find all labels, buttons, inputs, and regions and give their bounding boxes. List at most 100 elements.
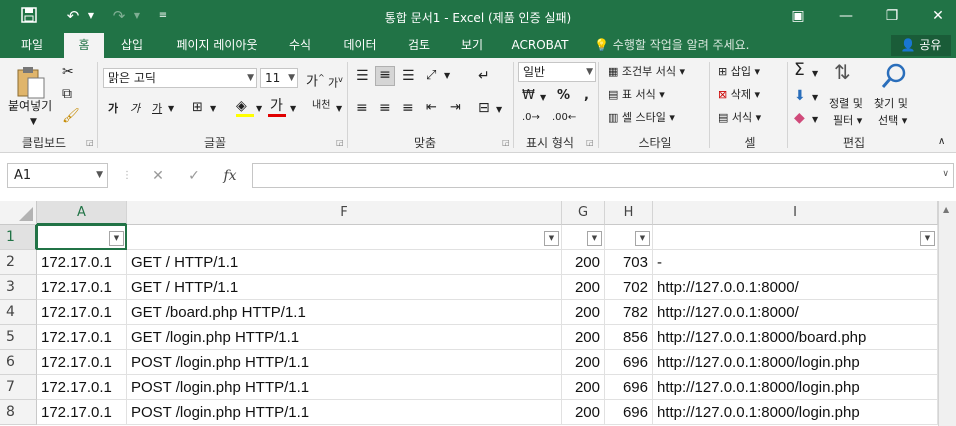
table-cell[interactable]: 200 — [562, 250, 605, 275]
row-header[interactable]: 8 — [0, 400, 37, 425]
font-color-button[interactable]: 가 — [270, 98, 283, 114]
table-cell[interactable]: POST /login.php HTTP/1.1 — [127, 375, 562, 400]
tab-formulas[interactable]: 수식 — [280, 33, 320, 58]
number-launcher-icon[interactable]: ◲ — [586, 138, 594, 147]
ribbon-display-icon[interactable]: ▣ — [786, 6, 810, 26]
column-header-i[interactable]: I — [653, 201, 938, 225]
wrap-text-icon[interactable]: ↵ — [478, 68, 490, 84]
font-color-dropdown-icon[interactable]: ▼ — [290, 101, 296, 117]
restore-icon[interactable]: ❐ — [880, 6, 904, 26]
cell-styles-button[interactable]: ▥ 셀 스타일 ▾ — [608, 110, 675, 126]
worksheet-grid[interactable]: ▲ A F G H I 1 ▼ ▼ ▼ ▼ ▼ 2 172.17.0.1 GET / HTTP/1.1 20… — [0, 201, 956, 426]
tab-insert[interactable]: 삽입 — [110, 33, 154, 58]
cancel-icon[interactable]: ✕ — [147, 165, 169, 187]
align-left-icon[interactable]: ≡ — [356, 100, 368, 116]
sort-filter-icon[interactable]: ⇅ — [834, 62, 851, 82]
underline-dropdown-icon[interactable]: ▼ — [168, 101, 174, 117]
comma-style-icon[interactable]: , — [584, 88, 589, 104]
format-cells-button[interactable]: ▤ 서식 ▾ — [718, 110, 761, 126]
italic-button[interactable]: 가 — [130, 101, 140, 117]
format-as-table-button[interactable]: ▤ 표 서식 ▾ — [608, 87, 665, 103]
accounting-dropdown-icon[interactable]: ▼ — [540, 90, 546, 106]
delete-cells-button[interactable]: ⊠ 삭제 ▾ — [718, 87, 760, 103]
formula-input[interactable]: ∨ — [252, 163, 954, 188]
table-cell[interactable]: 200 — [562, 325, 605, 350]
merge-center-icon[interactable]: ⊟ — [478, 100, 490, 116]
tell-me-box[interactable]: 💡 수행할 작업을 알려 주세요. — [594, 33, 749, 58]
merge-dropdown-icon[interactable]: ▼ — [496, 102, 502, 118]
table-cell[interactable]: 696 — [605, 400, 653, 425]
align-bottom-icon[interactable]: ☰ — [402, 68, 415, 84]
filter-dropdown-icon[interactable]: ▼ — [587, 231, 602, 246]
fill-icon[interactable]: ⬇ — [794, 88, 806, 104]
find-select-label-1[interactable]: 찾기 및 — [874, 96, 908, 112]
align-top-icon[interactable]: ☰ — [356, 68, 369, 84]
expand-formula-bar-icon[interactable]: ∨ — [942, 169, 949, 179]
table-cell[interactable]: POST /login.php HTTP/1.1 — [127, 350, 562, 375]
table-cell[interactable]: 172.17.0.1 — [37, 250, 127, 275]
conditional-formatting-button[interactable]: ▦ 조건부 서식 ▾ — [608, 64, 685, 80]
table-cell[interactable]: 200 — [562, 400, 605, 425]
paste-button[interactable]: 붙여넣기 — [8, 98, 52, 114]
row-header[interactable]: 4 — [0, 300, 37, 325]
insert-function-icon[interactable]: fx — [219, 165, 241, 187]
increase-indent-icon[interactable]: ⇥ — [450, 100, 461, 116]
align-right-icon[interactable]: ≡ — [402, 100, 414, 116]
table-cell[interactable]: GET /login.php HTTP/1.1 — [127, 325, 562, 350]
tab-acrobat[interactable]: ACROBAT — [505, 33, 575, 58]
orientation-icon[interactable]: ⤢ — [426, 68, 436, 84]
decrease-decimal-icon[interactable]: .00← — [552, 110, 576, 126]
row-header[interactable]: 1 — [0, 225, 37, 250]
table-cell[interactable]: 172.17.0.1 — [37, 275, 127, 300]
clear-icon[interactable]: ◆ — [794, 110, 805, 126]
tab-data[interactable]: 데이터 — [334, 33, 386, 58]
underline-button[interactable]: 가 — [152, 101, 162, 117]
table-cell[interactable]: 856 — [605, 325, 653, 350]
table-cell[interactable]: 782 — [605, 300, 653, 325]
table-cell[interactable]: http://127.0.0.1:8000/login.php — [653, 350, 938, 375]
increase-decimal-icon[interactable]: .0→ — [522, 110, 540, 126]
table-cell[interactable]: http://127.0.0.1:8000/ — [653, 275, 938, 300]
table-cell[interactable]: http://127.0.0.1:8000/login.php — [653, 375, 938, 400]
row-header[interactable]: 6 — [0, 350, 37, 375]
font-size-select[interactable]: 11 ▼ — [260, 68, 298, 88]
table-cell[interactable]: GET / HTTP/1.1 — [127, 275, 562, 300]
align-middle-icon[interactable]: ≡ — [375, 66, 395, 86]
close-icon[interactable]: ✕ — [926, 6, 950, 26]
enter-icon[interactable]: ✓ — [183, 165, 205, 187]
scroll-up-icon[interactable]: ▲ — [943, 205, 949, 214]
format-painter-icon[interactable]: 🖌 — [62, 108, 80, 124]
column-header-h[interactable]: H — [605, 201, 653, 225]
header-cell[interactable] — [653, 225, 938, 250]
table-cell[interactable]: - — [653, 250, 938, 275]
filter-dropdown-icon[interactable]: ▼ — [544, 231, 559, 246]
phonetic-dropdown-icon[interactable]: ▼ — [336, 101, 342, 117]
table-cell[interactable]: http://127.0.0.1:8000/board.php — [653, 325, 938, 350]
borders-icon[interactable]: ⊞ — [192, 100, 203, 116]
table-cell[interactable]: GET / HTTP/1.1 — [127, 250, 562, 275]
filter-dropdown-icon[interactable]: ▼ — [920, 231, 935, 246]
table-cell[interactable]: 200 — [562, 275, 605, 300]
column-header-f[interactable]: F — [127, 201, 562, 225]
grow-font-button[interactable]: 가^ — [306, 70, 325, 90]
clear-dropdown-icon[interactable]: ▼ — [812, 112, 818, 128]
phonetic-guide-button[interactable]: 내천 — [312, 98, 330, 114]
table-cell[interactable]: POST /login.php HTTP/1.1 — [127, 400, 562, 425]
fill-dropdown-icon[interactable]: ▼ — [812, 90, 818, 106]
table-cell[interactable]: 172.17.0.1 — [37, 400, 127, 425]
formula-bar-handle-icon[interactable]: ⋮ — [116, 165, 138, 187]
row-header[interactable]: 5 — [0, 325, 37, 350]
tab-view[interactable]: 보기 — [452, 33, 492, 58]
font-name-select[interactable]: 맑은 고딕 ▼ — [103, 68, 257, 88]
decrease-indent-icon[interactable]: ⇤ — [426, 100, 437, 116]
vertical-scrollbar[interactable]: ▲ — [938, 201, 956, 426]
table-cell[interactable]: 696 — [605, 350, 653, 375]
table-cell[interactable]: 200 — [562, 350, 605, 375]
find-select-label-2[interactable]: 선택 ▾ — [878, 113, 907, 129]
sort-filter-label-1[interactable]: 정렬 및 — [829, 96, 863, 112]
copy-icon[interactable]: ⧉ — [62, 86, 72, 102]
paste-dropdown-icon[interactable]: ▼ — [30, 114, 37, 130]
tab-review[interactable]: 검토 — [397, 33, 441, 58]
collapse-ribbon-icon[interactable]: ∧ — [938, 134, 945, 150]
tab-file[interactable]: 파일 — [10, 33, 54, 58]
